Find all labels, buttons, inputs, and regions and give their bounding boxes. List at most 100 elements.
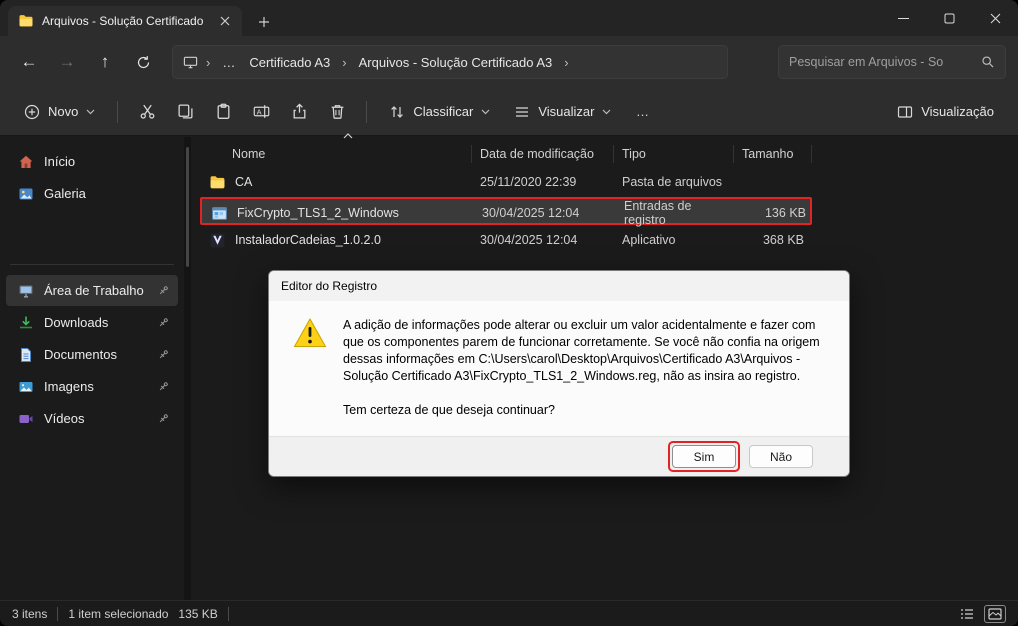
sidebar-item-imagens[interactable]: Imagens xyxy=(6,371,178,402)
thumbnail-view-icon[interactable] xyxy=(984,605,1006,623)
dialog-body: A adição de informações pode alterar ou … xyxy=(269,301,849,436)
navigation-bar: ← → ↑ › … Certificado A3 › Arquivos - So… xyxy=(0,36,1018,88)
explorer-tab[interactable]: Arquivos - Solução Certificado xyxy=(8,6,242,36)
sidebar-item-documentos[interactable]: Documentos xyxy=(6,339,178,370)
dialog-title: Editor do Registro xyxy=(281,279,377,293)
warning-icon xyxy=(293,317,327,418)
registry-file-icon xyxy=(211,205,228,222)
file-type: Aplicativo xyxy=(614,233,734,247)
selection-count: 1 item selecionado xyxy=(68,607,168,621)
folder-icon xyxy=(209,174,226,191)
new-tab-button[interactable] xyxy=(250,8,278,36)
videos-icon xyxy=(18,411,34,427)
dialog-button-row: Sim Não xyxy=(269,436,849,476)
view-button[interactable]: Visualizar xyxy=(504,95,621,129)
breadcrumb-overflow[interactable]: … xyxy=(218,53,239,72)
sidebar-item-label: Início xyxy=(44,154,170,169)
new-button[interactable]: Novo xyxy=(14,95,105,129)
dialog-titlebar[interactable]: Editor do Registro xyxy=(269,271,849,301)
gallery-icon xyxy=(18,186,34,202)
details-view-icon[interactable] xyxy=(956,605,978,623)
navigation-sidebar: Início Galeria Área de Trabalho Download… xyxy=(0,137,184,600)
back-icon: ← xyxy=(21,52,38,72)
search-input[interactable]: Pesquisar em Arquivos - So xyxy=(778,45,1006,79)
forward-button[interactable]: → xyxy=(50,45,84,79)
paste-button[interactable] xyxy=(206,95,240,129)
file-type: Entradas de registro xyxy=(616,199,736,227)
breadcrumb-chevron: › xyxy=(340,55,348,70)
share-button[interactable] xyxy=(282,95,316,129)
column-header-tamanho[interactable]: Tamanho xyxy=(734,145,812,163)
sort-icon xyxy=(389,104,405,120)
rename-button[interactable]: A xyxy=(244,95,278,129)
tab-close-icon[interactable] xyxy=(216,12,234,30)
chevron-down-icon xyxy=(481,109,490,115)
file-row-fixcrypto[interactable]: FixCrypto_TLS1_2_Windows 30/04/2025 12:0… xyxy=(200,197,812,225)
folder-icon xyxy=(18,13,34,29)
desktop-icon xyxy=(18,283,34,299)
preview-pane-button[interactable]: Visualização xyxy=(887,95,1004,129)
sort-button[interactable]: Classificar xyxy=(379,95,500,129)
file-row-instaladorcadeias[interactable]: InstaladorCadeias_1.0.2.0 30/04/2025 12:… xyxy=(200,226,812,254)
dialog-message-block: A adição de informações pode alterar ou … xyxy=(343,317,827,418)
plus-circle-icon xyxy=(24,104,40,120)
documents-icon xyxy=(18,347,34,363)
refresh-button[interactable] xyxy=(126,45,160,79)
minimize-button[interactable] xyxy=(880,0,926,36)
preview-pane-icon xyxy=(897,104,913,120)
home-icon xyxy=(18,154,34,170)
column-header-nome[interactable]: Nome xyxy=(200,145,472,163)
breadcrumb-chevron: › xyxy=(562,55,570,70)
pin-icon xyxy=(157,316,170,329)
column-headers: Nome Data de modificação Tipo Tamanho xyxy=(200,141,812,167)
status-divider xyxy=(57,607,58,621)
chevron-down-icon xyxy=(86,109,95,115)
maximize-button[interactable] xyxy=(926,0,972,36)
breadcrumb-chevron: › xyxy=(204,55,212,70)
back-button[interactable]: ← xyxy=(12,45,46,79)
up-button[interactable]: ↑ xyxy=(88,45,122,79)
copy-button[interactable] xyxy=(168,95,202,129)
titlebar: Arquivos - Solução Certificado xyxy=(0,0,1018,36)
application-icon xyxy=(209,232,226,249)
file-explorer-window: Arquivos - Solução Certificado ← → ↑ xyxy=(0,0,1018,626)
toolbar-divider xyxy=(117,101,118,123)
breadcrumb-item-certificado-a3[interactable]: Certificado A3 xyxy=(245,53,334,72)
column-header-tipo[interactable]: Tipo xyxy=(614,145,734,163)
downloads-icon xyxy=(18,315,34,331)
breadcrumb[interactable]: › … Certificado A3 › Arquivos - Solução … xyxy=(172,45,728,79)
close-button[interactable] xyxy=(972,0,1018,36)
more-options-button[interactable]: … xyxy=(625,95,659,129)
no-button[interactable]: Não xyxy=(749,445,813,468)
sidebar-spacer xyxy=(0,210,184,260)
column-header-data[interactable]: Data de modificação xyxy=(472,145,614,163)
sidebar-item-area-de-trabalho[interactable]: Área de Trabalho xyxy=(6,275,178,306)
sidebar-item-label: Documentos xyxy=(44,347,147,362)
yes-button[interactable]: Sim xyxy=(672,445,736,468)
delete-button[interactable] xyxy=(320,95,354,129)
sidebar-item-label: Downloads xyxy=(44,315,147,330)
sidebar-item-galeria[interactable]: Galeria xyxy=(6,178,178,209)
pictures-icon xyxy=(18,379,34,395)
file-modified: 30/04/2025 12:04 xyxy=(474,206,616,220)
dialog-message: A adição de informações pode alterar ou … xyxy=(343,317,827,385)
sidebar-item-videos[interactable]: Vídeos xyxy=(6,403,178,434)
cut-button[interactable] xyxy=(130,95,164,129)
sidebar-item-downloads[interactable]: Downloads xyxy=(6,307,178,338)
up-icon: ↑ xyxy=(101,52,110,72)
file-size: 368 KB xyxy=(734,233,812,247)
dialog-question: Tem certeza de que deseja continuar? xyxy=(343,402,827,419)
breadcrumb-item-arquivos[interactable]: Arquivos - Solução Certificado A3 xyxy=(355,53,557,72)
sidebar-item-inicio[interactable]: Início xyxy=(6,146,178,177)
search-placeholder: Pesquisar em Arquivos - So xyxy=(789,55,973,69)
file-size: 136 KB xyxy=(736,206,814,220)
file-name: FixCrypto_TLS1_2_Windows xyxy=(237,206,399,220)
registry-editor-dialog: Editor do Registro A adição de informaçõ… xyxy=(268,270,850,477)
status-divider xyxy=(228,607,229,621)
sidebar-scrollbar[interactable] xyxy=(184,137,191,600)
sidebar-separator xyxy=(10,264,174,265)
file-row-ca[interactable]: CA 25/11/2020 22:39 Pasta de arquivos xyxy=(200,168,812,196)
toolbar-divider xyxy=(366,101,367,123)
refresh-icon xyxy=(136,55,151,70)
scrollbar-thumb[interactable] xyxy=(186,147,189,267)
